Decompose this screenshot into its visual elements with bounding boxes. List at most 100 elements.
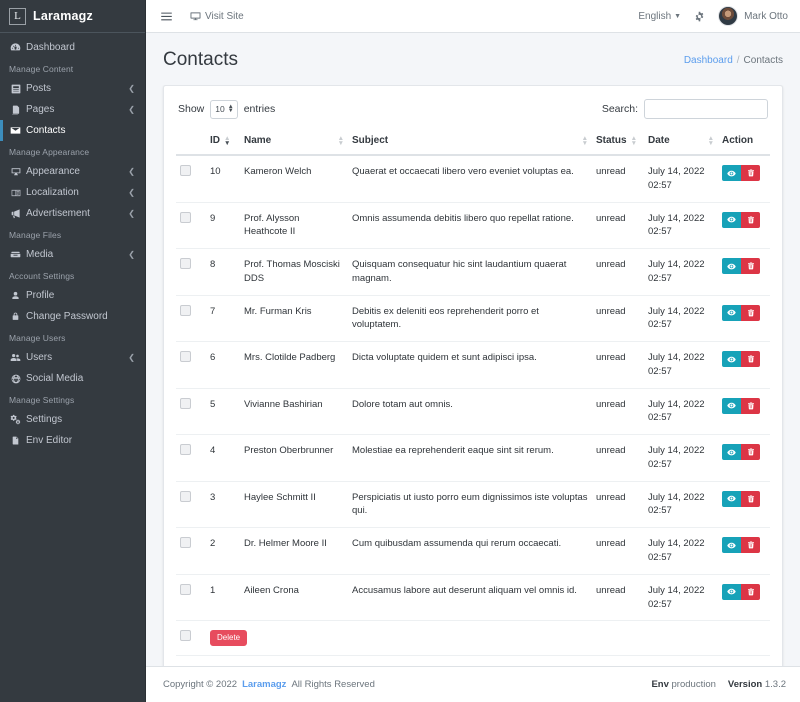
row-checkbox[interactable] <box>180 537 191 549</box>
bulk-delete-button[interactable]: Delete <box>210 630 248 647</box>
users-icon <box>9 352 22 363</box>
row-checkbox[interactable] <box>180 490 191 502</box>
cell-id: 2 <box>206 527 240 575</box>
sidebar-item-profile[interactable]: Profile <box>0 285 145 306</box>
sidebar-group-header: Manage Content <box>9 64 74 74</box>
th-status[interactable]: Status ▲ ▼ <box>592 129 644 156</box>
row-checkbox[interactable] <box>180 583 191 595</box>
page-length-value: 10 <box>215 104 225 114</box>
cell-status: unread <box>592 527 644 575</box>
breadcrumb-current: Contacts <box>743 54 783 66</box>
page-length-select[interactable]: 10 ▲ ▼ <box>210 99 238 119</box>
row-action-group <box>722 258 760 275</box>
footer-env-label: Env <box>651 679 669 690</box>
eye-icon[interactable] <box>722 444 741 461</box>
sidebar-item-advertisement[interactable]: Advertisement ❮ <box>0 203 145 224</box>
row-checkbox-cell <box>176 248 206 296</box>
chevron-left-icon: ❮ <box>128 84 135 93</box>
search-label: Search: <box>601 103 638 115</box>
sidebar-item-dashboard[interactable]: Dashboard <box>0 37 145 58</box>
footer-rights: All Rights Reserved <box>291 679 375 690</box>
sidebar-item-users[interactable]: Users ❮ <box>0 347 145 368</box>
cell-subject: Accusamus labore aut deserunt aliquam ve… <box>348 574 592 622</box>
user-menu[interactable]: Mark Otto <box>718 6 788 26</box>
trash-icon[interactable] <box>741 444 760 461</box>
brand-logo[interactable]: L Laramagz <box>0 0 145 33</box>
row-checkbox[interactable] <box>180 211 191 223</box>
sidebar-item-localization[interactable]: Localization ❮ <box>0 182 145 203</box>
th-id[interactable]: ID ▲ ▼ <box>206 129 240 156</box>
trash-icon[interactable] <box>741 211 760 228</box>
row-action-group <box>722 351 760 368</box>
eye-icon[interactable] <box>722 583 741 600</box>
row-checkbox[interactable] <box>180 165 191 176</box>
trash-icon[interactable] <box>741 165 760 181</box>
trash-icon[interactable] <box>741 258 760 275</box>
th-subject-label: Subject <box>352 135 389 146</box>
gears-icon <box>9 414 22 425</box>
select-all-checkbox[interactable] <box>180 630 191 642</box>
th-subject[interactable]: Subject ▲ ▼ <box>348 129 592 156</box>
breadcrumb-dashboard[interactable]: Dashboard <box>684 55 733 66</box>
sidebar-item-pages[interactable]: Pages ❮ <box>0 99 145 120</box>
footer-copyright: Copyright © 2022 <box>163 679 238 690</box>
eye-icon[interactable] <box>722 211 741 228</box>
page-footer: Copyright © 2022 Laramagz All Rights Res… <box>146 666 800 702</box>
cell-date: July 14, 2022 02:57 <box>644 388 718 436</box>
row-checkbox-cell <box>176 481 206 529</box>
trash-icon[interactable] <box>741 351 760 368</box>
trash-icon[interactable] <box>741 304 760 321</box>
posts-icon <box>9 84 22 94</box>
eye-icon[interactable] <box>722 304 741 321</box>
trash-icon[interactable] <box>741 583 760 600</box>
sidebar-item-media[interactable]: Media ❮ <box>0 244 145 265</box>
chevron-left-icon: ❮ <box>128 209 135 218</box>
row-checkbox[interactable] <box>180 304 191 316</box>
th-date[interactable]: Date ▲ ▼ <box>644 129 718 156</box>
language-dropdown[interactable]: English ▼ <box>638 11 681 22</box>
table-row: 8 Prof. Thomas Mosciski DDS Quisquam conse… <box>176 248 770 296</box>
chevron-left-icon: ❮ <box>128 167 135 176</box>
eye-icon[interactable] <box>722 397 741 414</box>
chevron-left-icon: ❮ <box>128 188 135 197</box>
footer-version: Version 1.3.2 <box>728 679 786 690</box>
sidebar-item-env-editor[interactable]: Env Editor <box>0 430 145 451</box>
eye-icon[interactable] <box>722 258 741 275</box>
eye-icon[interactable] <box>722 165 741 181</box>
gear-icon[interactable] <box>694 11 705 22</box>
sidebar-item-settings[interactable]: Settings <box>0 409 145 430</box>
eye-icon[interactable] <box>722 351 741 368</box>
footer-brand-link[interactable]: Laramagz <box>242 679 286 690</box>
sidebar-item-label: Env Editor <box>26 435 73 446</box>
lock-icon <box>9 312 22 321</box>
row-checkbox[interactable] <box>180 258 191 270</box>
sidebar-item-social-media[interactable]: Social Media <box>0 368 145 389</box>
hamburger-icon[interactable] <box>160 10 173 23</box>
table-row: 3 Haylee Schmitt II Perspiciatis ut iusto … <box>176 481 770 529</box>
visit-site-link[interactable]: Visit Site <box>190 11 244 22</box>
page-title: Contacts <box>163 49 238 70</box>
trash-icon[interactable] <box>741 397 760 414</box>
trash-icon[interactable] <box>741 537 760 554</box>
sidebar-item-change-password[interactable]: Change Password <box>0 306 145 327</box>
search-input[interactable] <box>644 99 768 119</box>
cell-action <box>718 388 770 436</box>
row-checkbox[interactable] <box>180 397 191 409</box>
row-checkbox[interactable] <box>180 351 191 363</box>
pages-icon <box>9 105 22 115</box>
th-name[interactable]: Name ▲ ▼ <box>240 129 348 156</box>
th-action: Action <box>718 129 770 156</box>
trash-icon[interactable] <box>741 490 760 507</box>
row-checkbox[interactable] <box>180 444 191 456</box>
sort-icon: ▲ ▼ <box>630 134 637 147</box>
eye-icon[interactable] <box>722 537 741 554</box>
sidebar-item-contacts[interactable]: Contacts <box>0 120 145 141</box>
sidebar-item-posts[interactable]: Posts ❮ <box>0 78 145 99</box>
cell-status: unread <box>592 202 644 250</box>
sidebar-item-label: Social Media <box>26 373 84 384</box>
eye-icon[interactable] <box>722 490 741 507</box>
sidebar-item-appearance[interactable]: Appearance ❮ <box>0 161 145 182</box>
brand-mark-icon: L <box>9 7 26 25</box>
sidebar-item-label: Posts <box>26 83 52 94</box>
bulk-checkbox-cell <box>176 620 206 657</box>
